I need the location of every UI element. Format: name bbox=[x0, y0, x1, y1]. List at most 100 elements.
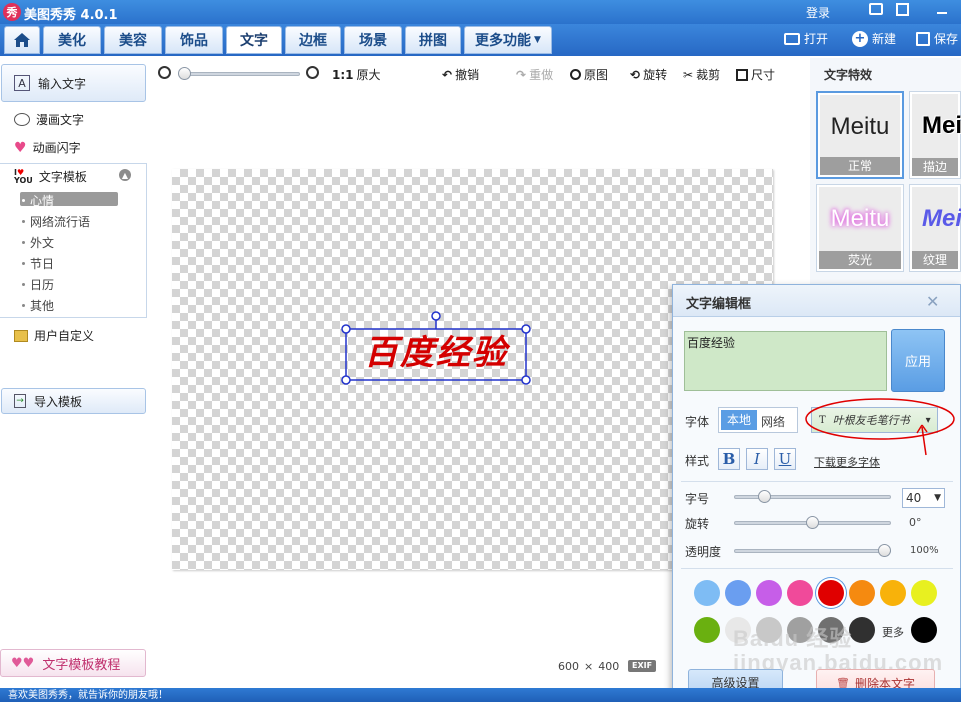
tab-collage[interactable]: 拼图 bbox=[405, 26, 461, 54]
effect-preview: Mei bbox=[912, 94, 961, 158]
save-label: 保存 bbox=[934, 32, 959, 46]
image-height: 400 bbox=[598, 660, 620, 673]
original-button[interactable]: 原图 bbox=[570, 66, 608, 83]
effects-title: 文字特效 bbox=[824, 68, 873, 82]
title-bar: 秀 美图秀秀 4.0.1 登录 bbox=[0, 0, 961, 24]
animated-text-item[interactable]: ♥ 动画闪字 bbox=[14, 139, 81, 156]
new-button[interactable]: + 新建 bbox=[852, 30, 896, 47]
color-swatch[interactable] bbox=[849, 580, 875, 606]
effect-label: 荧光 bbox=[819, 251, 901, 269]
category-other[interactable]: 其他 bbox=[22, 297, 54, 314]
effect-texture[interactable]: Mei 纹理 bbox=[909, 184, 961, 272]
opacity-slider[interactable] bbox=[734, 549, 891, 553]
login-link[interactable]: 登录 bbox=[806, 4, 830, 21]
category-label: 心情 bbox=[30, 194, 55, 208]
message-icon[interactable] bbox=[869, 3, 883, 15]
rotate-icon: ⟲ bbox=[630, 67, 641, 82]
zoom-out-icon[interactable] bbox=[158, 66, 171, 79]
scissors-icon: ✂ bbox=[683, 67, 694, 82]
crop-button[interactable]: ✂ 裁剪 bbox=[683, 66, 720, 83]
effect-glow[interactable]: Meitu 荧光 bbox=[816, 184, 904, 272]
zoom-in-icon[interactable] bbox=[306, 66, 319, 79]
download-fonts-link[interactable]: 下载更多字体 bbox=[814, 454, 880, 470]
undo-label: 撤销 bbox=[455, 68, 480, 82]
color-swatch[interactable] bbox=[694, 580, 720, 606]
app-logo-icon: 秀 bbox=[3, 3, 21, 21]
size-slider-knob[interactable] bbox=[758, 490, 771, 503]
crop-label: 裁剪 bbox=[696, 68, 721, 82]
opacity-label: 透明度 bbox=[685, 545, 722, 559]
rotate-label: 旋转 bbox=[643, 68, 668, 82]
font-tab-network[interactable]: 网络 bbox=[761, 413, 785, 430]
dialog-title: 文字编辑框 bbox=[686, 297, 752, 312]
comic-text-item[interactable]: 漫画文字 bbox=[14, 111, 84, 128]
zoom-slider-knob[interactable] bbox=[178, 67, 191, 80]
color-swatch-selected[interactable] bbox=[818, 580, 844, 606]
category-internet-slang[interactable]: 网络流行语 bbox=[22, 213, 90, 230]
apply-button[interactable]: 应用 bbox=[891, 329, 945, 392]
folder-icon bbox=[784, 32, 800, 45]
collapse-icon[interactable]: ▲ bbox=[119, 169, 131, 181]
resize-handle bbox=[521, 375, 531, 385]
tutorial-button[interactable]: ♥♥ 文字模板教程 bbox=[0, 649, 146, 677]
tab-beauty[interactable]: 美容 bbox=[104, 26, 162, 54]
color-swatch[interactable] bbox=[787, 580, 813, 606]
import-template-button[interactable]: → 导入模板 bbox=[1, 388, 146, 414]
category-foreign[interactable]: 外文 bbox=[22, 234, 54, 251]
tab-frame[interactable]: 边框 bbox=[285, 26, 341, 54]
effect-normal[interactable]: Meitu 正常 bbox=[816, 91, 904, 179]
tab-accessories[interactable]: 饰品 bbox=[165, 26, 223, 54]
rotate-button[interactable]: ⟲ 旋转 bbox=[630, 66, 667, 83]
effect-stroke[interactable]: Mei 描边 bbox=[909, 91, 961, 179]
comic-text-label: 漫画文字 bbox=[36, 113, 85, 127]
custom-item[interactable]: 用户自定义 bbox=[14, 327, 94, 344]
italic-button[interactable]: I bbox=[746, 448, 768, 470]
redo-label: 重做 bbox=[529, 68, 554, 82]
input-text-button[interactable]: A 输入文字 bbox=[1, 64, 146, 102]
save-button[interactable]: 保存 bbox=[916, 30, 958, 47]
exif-badge[interactable]: EXIF bbox=[628, 660, 657, 672]
color-swatch[interactable] bbox=[911, 580, 937, 606]
undo-button[interactable]: ↶ 撤销 bbox=[442, 66, 479, 83]
text-input[interactable]: 百度经验 bbox=[684, 331, 887, 391]
tab-scene[interactable]: 场景 bbox=[344, 26, 402, 54]
effect-preview: Meitu bbox=[820, 95, 900, 159]
category-label: 其他 bbox=[30, 299, 55, 313]
canvas-text[interactable]: 百度经验 bbox=[350, 332, 522, 374]
minimize-icon[interactable] bbox=[937, 12, 947, 14]
text-template-header[interactable]: I♥ YOU 文字模板 bbox=[14, 168, 87, 185]
open-button[interactable]: 打开 bbox=[784, 30, 828, 47]
color-swatch[interactable] bbox=[756, 580, 782, 606]
font-label: 字体 bbox=[685, 415, 710, 429]
category-holiday[interactable]: 节日 bbox=[22, 255, 54, 272]
size-select[interactable]: 40 ▼ bbox=[902, 488, 945, 508]
tab-more-features[interactable]: 更多功能 ▼ bbox=[464, 26, 552, 54]
home-tab[interactable] bbox=[4, 26, 40, 54]
menu-icon[interactable] bbox=[896, 3, 909, 16]
image-dimensions: 600 × 400 bbox=[558, 660, 619, 673]
times-sign: × bbox=[584, 660, 594, 673]
bold-button[interactable]: B bbox=[718, 448, 740, 470]
zoom-slider[interactable] bbox=[180, 72, 300, 76]
close-icon[interactable]: ✕ bbox=[926, 292, 939, 311]
actual-size-button[interactable]: 1:1 原大 bbox=[332, 66, 381, 83]
color-swatch[interactable] bbox=[694, 617, 720, 643]
hands-icon: ♥♥ bbox=[11, 655, 35, 671]
font-tab-local[interactable]: 本地 bbox=[721, 410, 757, 430]
color-swatch[interactable] bbox=[880, 580, 906, 606]
tab-beautify[interactable]: 美化 bbox=[43, 26, 101, 54]
category-label: 节日 bbox=[30, 257, 55, 271]
left-panel: A 输入文字 漫画文字 ♥ 动画闪字 I♥ YOU 文字模板 ▲ 心情 网络流行语… bbox=[0, 58, 148, 688]
color-swatch[interactable] bbox=[725, 580, 751, 606]
category-calendar[interactable]: 日历 bbox=[22, 276, 54, 293]
underline-button[interactable]: U bbox=[774, 448, 796, 470]
rotate-slider-knob[interactable] bbox=[806, 516, 819, 529]
category-label: 日历 bbox=[30, 278, 55, 292]
size-button[interactable]: 尺寸 bbox=[736, 66, 775, 83]
opacity-slider-knob[interactable] bbox=[878, 544, 891, 557]
effect-label: 纹理 bbox=[912, 251, 958, 269]
category-mood[interactable]: 心情 bbox=[22, 192, 54, 209]
tab-text[interactable]: 文字 bbox=[226, 26, 282, 54]
custom-label: 用户自定义 bbox=[34, 329, 95, 343]
redo-button[interactable]: ↷ 重做 bbox=[516, 66, 553, 83]
